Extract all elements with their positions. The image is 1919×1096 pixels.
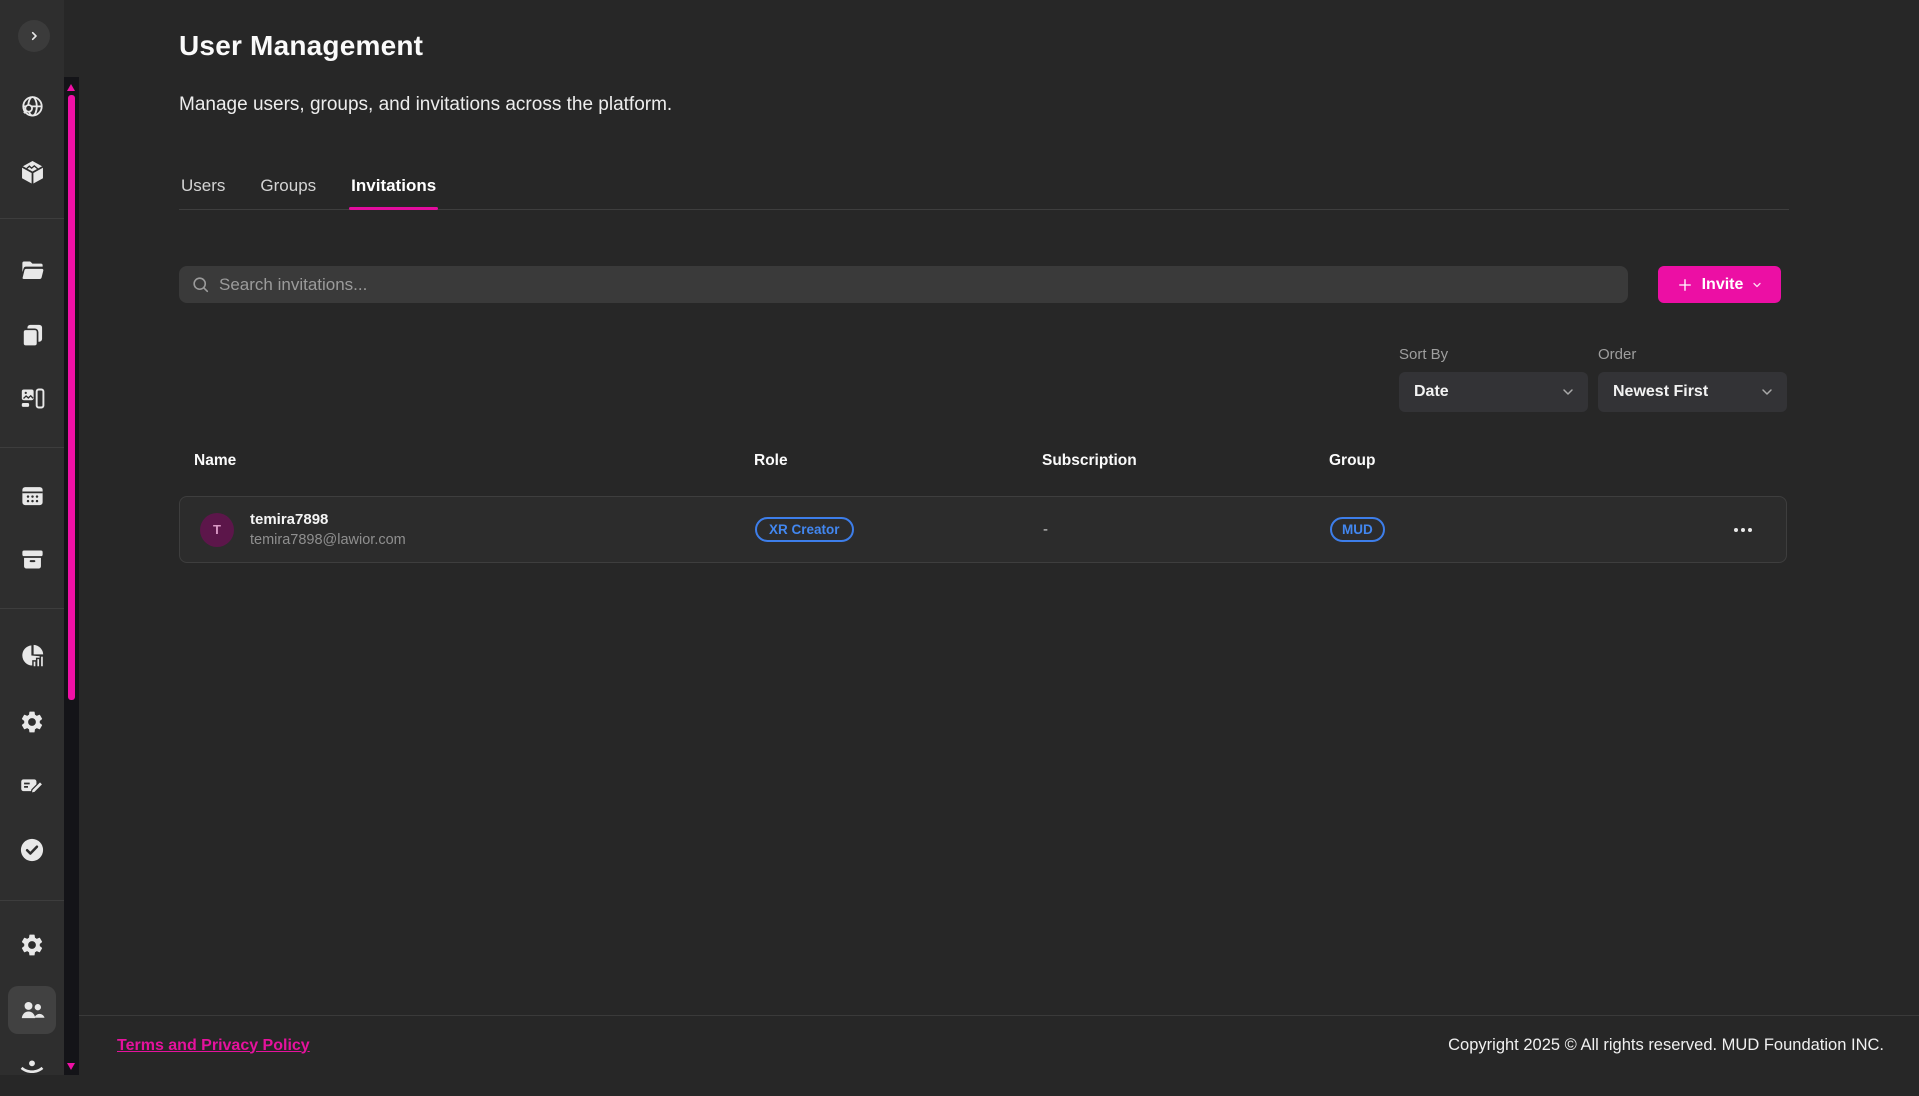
users-icon — [18, 996, 46, 1024]
sidebar-item-messages[interactable] — [8, 761, 56, 809]
invite-button-label: Invite — [1702, 276, 1744, 294]
chevron-down-icon — [1751, 279, 1763, 291]
sidebar-item-collections[interactable] — [8, 311, 56, 359]
table-header: Name Role Subscription Group — [179, 452, 1789, 470]
page-title: User Management — [179, 30, 423, 62]
user-email: temira7898@lawior.com — [250, 532, 406, 548]
sidebar-item-explore[interactable] — [8, 83, 56, 131]
sidebar-item-layouts[interactable] — [8, 374, 56, 422]
avatar: T — [200, 513, 234, 547]
check-circle-icon — [18, 836, 46, 864]
table-row: T temira7898 temira7898@lawior.com XR Cr… — [179, 496, 1787, 563]
terms-privacy-link[interactable]: Terms and Privacy Policy — [117, 1037, 310, 1055]
copyright-text: Copyright 2025 © All rights reserved. MU… — [1448, 1036, 1884, 1055]
page-subtitle: Manage users, groups, and invitations ac… — [179, 94, 672, 116]
sidebar-divider — [0, 218, 64, 219]
subscription-value: - — [1043, 521, 1330, 538]
ellipsis-icon — [1734, 528, 1752, 532]
sidebar-item-analytics[interactable] — [8, 631, 56, 679]
person-arms-icon — [18, 1058, 46, 1086]
sidebar-item-support[interactable] — [8, 1048, 56, 1096]
sidebar-item-calendar[interactable] — [8, 471, 56, 519]
sidebar-divider — [0, 608, 64, 609]
sidebar-item-approvals[interactable] — [8, 826, 56, 874]
scrollbar-down-arrow-icon[interactable] — [67, 1063, 75, 1070]
mail-edit-icon — [19, 772, 46, 799]
sidebar-divider — [0, 447, 64, 448]
copy-icon — [19, 322, 46, 349]
archive-box-icon — [19, 546, 46, 573]
column-header-subscription: Subscription — [1042, 452, 1329, 470]
user-name: temira7898 — [250, 511, 406, 528]
tab-invitations[interactable]: Invitations — [349, 176, 438, 209]
chevron-down-icon — [1759, 384, 1775, 400]
sort-by-value: Date — [1414, 383, 1449, 401]
gear-icon — [19, 709, 45, 735]
pie-chart-bars-icon — [19, 642, 46, 669]
sidebar-item-user-management[interactable] — [8, 986, 56, 1034]
chevron-down-icon — [1560, 384, 1576, 400]
order-label: Order — [1598, 346, 1636, 363]
folder-icon — [19, 257, 46, 284]
order-value: Newest First — [1613, 383, 1708, 401]
search-bar — [179, 266, 1628, 303]
user-cell: T temira7898 temira7898@lawior.com — [200, 511, 755, 548]
role-badge: XR Creator — [755, 517, 854, 542]
gear-icon — [19, 932, 45, 958]
sidebar-item-archive[interactable] — [8, 535, 56, 583]
sidebar-item-scenes[interactable] — [8, 148, 56, 196]
calendar-icon — [19, 482, 46, 509]
tab-bar: Users Groups Invitations — [179, 176, 1789, 210]
search-icon — [191, 275, 210, 294]
column-header-role: Role — [754, 452, 1042, 470]
row-actions-button[interactable] — [1726, 520, 1786, 540]
sidebar-item-settings[interactable] — [8, 698, 56, 746]
sort-by-select[interactable]: Date — [1399, 372, 1588, 412]
sidebar-item-files[interactable] — [8, 246, 56, 294]
plus-icon — [1676, 276, 1694, 294]
tab-groups[interactable]: Groups — [258, 176, 318, 209]
globe-search-icon — [19, 94, 46, 121]
footer: Terms and Privacy Policy Copyright 2025 … — [79, 1015, 1919, 1075]
tab-users[interactable]: Users — [179, 176, 227, 209]
group-badge: MUD — [1330, 517, 1385, 542]
sidebar — [0, 0, 64, 1075]
order-select[interactable]: Newest First — [1598, 372, 1787, 412]
scrollbar-thumb[interactable] — [68, 95, 75, 700]
chevron-right-icon — [26, 28, 42, 44]
column-header-group: Group — [1329, 452, 1729, 470]
layout-image-phone-icon — [19, 385, 46, 412]
search-input[interactable] — [219, 275, 1616, 295]
scrollbar-up-arrow-icon[interactable] — [67, 84, 75, 91]
sidebar-item-admin-settings[interactable] — [8, 921, 56, 969]
sidebar-collapse-button[interactable] — [18, 20, 50, 52]
column-header-name: Name — [194, 452, 754, 470]
invite-button[interactable]: Invite — [1658, 266, 1781, 303]
sort-by-label: Sort By — [1399, 346, 1448, 363]
cube-3d-icon — [19, 159, 46, 186]
main-content: User Management Manage users, groups, an… — [79, 0, 1919, 1075]
sidebar-scrollbar — [64, 77, 79, 1075]
sidebar-divider — [0, 900, 64, 901]
